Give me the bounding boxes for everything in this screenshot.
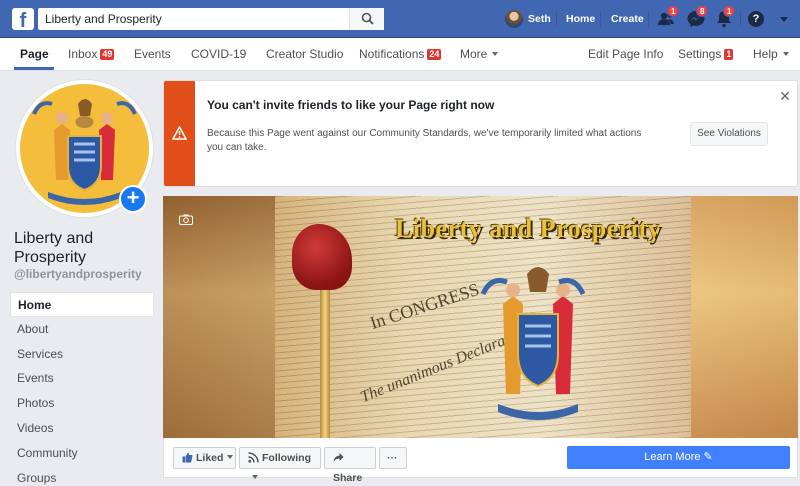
sidebar-item-events[interactable]: Events — [10, 366, 154, 391]
liberty-pole — [320, 266, 330, 438]
cover-seal-image — [480, 267, 586, 420]
close-icon[interactable]: ✕ — [778, 89, 792, 103]
page-sidebar-nav: Home About Services Events Photos Videos… — [10, 292, 154, 486]
alert-title: You can't invite friends to like your Pa… — [207, 98, 495, 112]
messages-button[interactable]: 8 — [686, 5, 709, 29]
sidebar-item-about[interactable]: About — [10, 317, 154, 342]
divider — [740, 11, 741, 27]
sidebar-item-videos[interactable]: Videos — [10, 416, 154, 441]
search-icon — [361, 12, 374, 25]
account-menu-caret-icon[interactable] — [780, 17, 788, 22]
search-button[interactable] — [349, 8, 384, 30]
restriction-alert: You can't invite friends to like your Pa… — [163, 80, 798, 187]
help-menu[interactable]: Help — [753, 47, 789, 61]
camera-icon[interactable] — [179, 214, 193, 225]
settings-count-badge: 1 — [724, 49, 734, 60]
learn-more-button[interactable]: Learn More ✎ — [567, 446, 790, 469]
help-icon[interactable]: ? — [748, 11, 764, 27]
top-bar: f Liberty and Prosperity Seth Home Creat… — [0, 0, 800, 38]
cover-right-texture — [691, 196, 798, 438]
cover-title-text: Liberty and Prosperity — [395, 214, 662, 243]
page-username[interactable]: @libertyandprosperity — [14, 267, 142, 281]
active-tab-indicator — [14, 67, 54, 70]
liked-button[interactable]: Liked — [173, 447, 236, 469]
divider — [556, 11, 557, 27]
tab-inbox[interactable]: Inbox 49 — [68, 47, 115, 61]
settings-label: Settings — [678, 47, 722, 61]
chevron-down-icon — [252, 475, 258, 479]
divider — [648, 11, 649, 27]
tab-inbox-label: Inbox — [68, 47, 98, 61]
liked-label: Liked — [196, 452, 224, 464]
sidebar-item-home[interactable]: Home — [10, 292, 154, 317]
user-avatar[interactable] — [505, 10, 523, 28]
warning-icon — [172, 126, 187, 140]
tab-covid[interactable]: COVID-19 — [191, 47, 246, 61]
tab-notifications-label: Notifications — [359, 47, 425, 61]
friend-requests-button[interactable]: 1 — [657, 5, 680, 29]
inbox-count-badge: 49 — [100, 49, 115, 60]
tab-creator-studio[interactable]: Creator Studio — [266, 47, 343, 61]
share-button[interactable]: Share — [324, 447, 376, 484]
chevron-down-icon — [227, 455, 234, 459]
alert-body: Because this Page went against our Commu… — [207, 128, 642, 153]
facebook-logo[interactable]: f — [12, 8, 34, 30]
friends-badge: 1 — [667, 5, 680, 17]
tab-events[interactable]: Events — [134, 47, 171, 61]
sidebar-item-groups[interactable]: Groups — [10, 466, 154, 486]
add-photo-button[interactable]: + — [119, 185, 147, 213]
page-title[interactable]: Liberty and Prosperity — [14, 229, 154, 267]
page-action-bar: Liked Following Share ··· Learn More ✎ — [163, 438, 798, 484]
tab-notifications[interactable]: Notifications 24 — [359, 47, 442, 61]
profile-link[interactable]: Seth — [528, 12, 551, 26]
rss-icon — [248, 452, 259, 463]
home-link[interactable]: Home — [566, 12, 595, 26]
notifications-button[interactable]: 1 — [714, 5, 736, 29]
more-options-button[interactable]: ··· — [379, 447, 407, 469]
chevron-down-icon — [492, 52, 499, 56]
sidebar-item-services[interactable]: Services — [10, 342, 154, 367]
tab-more-label: More — [460, 47, 488, 61]
create-link[interactable]: Create — [611, 12, 644, 26]
tab-more[interactable]: More — [460, 47, 499, 61]
share-label: Share — [333, 472, 363, 484]
help-label: Help — [753, 47, 778, 61]
page-tabs-bar: Page Inbox 49 Events COVID-19 Creator Stu… — [0, 38, 800, 71]
cover-photo[interactable]: In CONGRESS The unanimous Declaration Li… — [163, 196, 798, 438]
divider — [600, 11, 601, 27]
see-violations-button[interactable]: See Violations — [690, 122, 768, 146]
messages-badge: 8 — [696, 5, 709, 17]
edit-page-info-link[interactable]: Edit Page Info — [588, 47, 663, 61]
sidebar-item-community[interactable]: Community — [10, 441, 154, 466]
cover-left-texture — [163, 196, 275, 438]
share-icon — [333, 453, 344, 462]
alert-strip — [164, 81, 195, 186]
following-label: Following — [262, 452, 311, 464]
search-input[interactable]: Liberty and Prosperity — [38, 8, 384, 30]
thumbs-up-icon — [182, 452, 193, 463]
notifications-count-badge: 24 — [427, 49, 442, 60]
settings-link[interactable]: Settings 1 — [678, 47, 734, 61]
sidebar-item-photos[interactable]: Photos — [10, 391, 154, 416]
following-button[interactable]: Following — [239, 447, 321, 479]
tab-page[interactable]: Page — [20, 47, 49, 61]
chevron-down-icon — [782, 52, 789, 56]
